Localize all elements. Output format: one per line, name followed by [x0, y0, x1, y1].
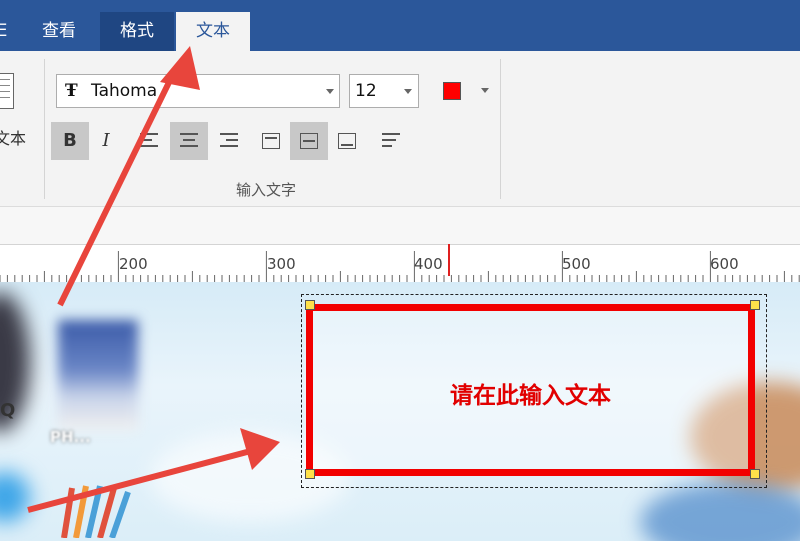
chevron-down-icon[interactable]	[326, 89, 334, 94]
text-box[interactable]: 请在此输入文本	[306, 304, 755, 476]
ruler-label: 300	[267, 255, 296, 273]
resize-handle[interactable]	[750, 300, 760, 310]
text-box-icon[interactable]	[0, 73, 14, 109]
tab-format[interactable]: 格式	[100, 12, 174, 51]
ruler-label: 600	[710, 255, 739, 273]
bold-icon: B	[63, 130, 77, 151]
background-shape	[640, 482, 800, 541]
font-color-dropdown-icon[interactable]	[481, 88, 489, 93]
align-center-icon	[180, 133, 198, 151]
resize-handle[interactable]	[750, 469, 760, 479]
align-left-icon	[140, 133, 158, 151]
blurred-desktop-icon	[58, 320, 138, 430]
ruler-label: 400	[414, 255, 443, 273]
align-middle-icon	[300, 133, 318, 149]
align-bottom-icon	[338, 133, 356, 149]
tab-text[interactable]: 文本	[176, 12, 250, 51]
group-label-input-text: 输入文字	[236, 181, 297, 199]
font-icon: Ŧ	[65, 81, 78, 101]
font-family-select[interactable]: Ŧ Tahoma	[56, 74, 340, 108]
font-size-value: 12	[355, 81, 377, 101]
group-separator	[500, 59, 501, 199]
align-right-button[interactable]	[210, 122, 248, 160]
group-separator	[44, 59, 45, 199]
text-wrap-button[interactable]	[372, 122, 410, 160]
align-center-button[interactable]	[170, 122, 208, 160]
bold-button[interactable]: B	[51, 122, 89, 160]
font-family-value: Tahoma	[91, 81, 158, 101]
tab-partial[interactable]: E	[0, 12, 10, 51]
tab-view[interactable]: 查看	[22, 12, 96, 51]
ribbon-panel: 文本 Ŧ Tahoma 12 B I 输入文字	[0, 51, 800, 207]
horizontal-ruler: 200 300 400 500 600	[0, 244, 800, 284]
background-shape	[0, 472, 30, 522]
align-left-button[interactable]	[130, 122, 168, 160]
align-top-button[interactable]	[252, 122, 290, 160]
resize-handle[interactable]	[305, 469, 315, 479]
align-bottom-button[interactable]	[328, 122, 366, 160]
chevron-down-icon[interactable]	[404, 89, 412, 94]
resize-handle[interactable]	[305, 300, 315, 310]
font-color-button[interactable]	[443, 82, 461, 100]
design-canvas[interactable]: Q PH... 请在此输入文本	[0, 282, 800, 541]
text-wrap-icon	[382, 133, 400, 151]
ruler-position-marker	[448, 244, 450, 276]
align-top-icon	[262, 133, 280, 149]
blurred-icon-label: PH...	[50, 428, 91, 446]
align-middle-button[interactable]	[290, 122, 328, 160]
text-box-content[interactable]: 请在此输入文本	[313, 376, 748, 410]
logo-stripes-icon	[61, 485, 131, 538]
desktop-icon-label: Q	[0, 400, 16, 421]
italic-icon: I	[102, 130, 110, 151]
ruler-label: 200	[119, 255, 148, 273]
text-box-button-label[interactable]: 文本	[0, 125, 26, 149]
align-right-icon	[220, 133, 238, 151]
ribbon-tab-bar: E 查看 格式 文本	[0, 0, 800, 51]
ribbon-bottom-strip	[0, 207, 800, 244]
italic-button[interactable]: I	[87, 122, 125, 160]
ruler-label: 500	[562, 255, 591, 273]
font-size-select[interactable]: 12	[349, 74, 419, 108]
